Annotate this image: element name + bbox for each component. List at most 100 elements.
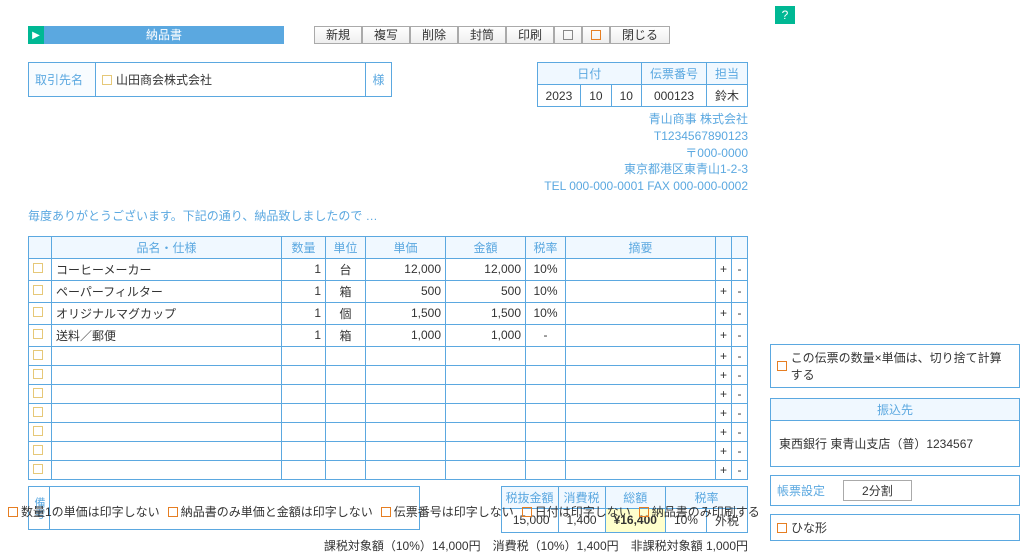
add-row-button[interactable]: +	[715, 403, 731, 422]
checkbox-icon[interactable]	[168, 507, 178, 517]
item-qty[interactable]	[282, 403, 326, 422]
add-row-button[interactable]: +	[715, 384, 731, 403]
item-name[interactable]: コーヒーメーカー	[52, 258, 282, 280]
table-row[interactable]: コーヒーメーカー 1 台 12,000 12,000 10% + -	[29, 258, 748, 280]
remove-row-button[interactable]: -	[732, 302, 748, 324]
item-note[interactable]	[566, 280, 716, 302]
remove-row-button[interactable]: -	[732, 365, 748, 384]
envelope-button[interactable]: 封筒	[458, 26, 506, 44]
item-unit[interactable]	[326, 403, 366, 422]
item-tax[interactable]	[526, 441, 566, 460]
new-button[interactable]: 新規	[314, 26, 362, 44]
item-name[interactable]: ペーパーフィルター	[52, 280, 282, 302]
footer-checkbox[interactable]: 納品書のみ印刷する	[639, 503, 760, 520]
item-qty[interactable]: 1	[282, 302, 326, 324]
item-qty[interactable]	[282, 365, 326, 384]
date-day[interactable]: 10	[611, 85, 641, 107]
item-note[interactable]	[566, 365, 716, 384]
item-price[interactable]	[366, 346, 446, 365]
table-row[interactable]: + -	[29, 460, 748, 479]
checkbox-icon[interactable]	[8, 507, 18, 517]
remove-row-button[interactable]: -	[732, 441, 748, 460]
item-tax[interactable]	[526, 384, 566, 403]
item-price[interactable]	[366, 403, 446, 422]
remove-row-button[interactable]: -	[732, 384, 748, 403]
item-name[interactable]	[52, 460, 282, 479]
item-price[interactable]: 500	[366, 280, 446, 302]
remove-row-button[interactable]: -	[732, 346, 748, 365]
item-name[interactable]	[52, 384, 282, 403]
item-unit[interactable]: 台	[326, 258, 366, 280]
checkbox-icon[interactable]	[381, 507, 391, 517]
date-year[interactable]: 2023	[537, 85, 581, 107]
item-unit[interactable]: 箱	[326, 280, 366, 302]
item-price[interactable]: 1,000	[366, 324, 446, 346]
add-row-button[interactable]: +	[715, 324, 731, 346]
item-name[interactable]	[52, 422, 282, 441]
item-note[interactable]	[566, 403, 716, 422]
expand-button[interactable]: ▶	[28, 26, 44, 44]
date-month[interactable]: 10	[581, 85, 611, 107]
table-row[interactable]: オリジナルマグカップ 1 個 1,500 1,500 10% + -	[29, 302, 748, 324]
form-setting-value[interactable]: 2分割	[843, 480, 912, 501]
item-qty[interactable]	[282, 384, 326, 403]
item-qty[interactable]: 1	[282, 324, 326, 346]
checkbox-icon[interactable]	[639, 507, 649, 517]
item-note[interactable]	[566, 422, 716, 441]
bank-info[interactable]: 東西銀行 東青山支店（普）1234567	[771, 421, 1019, 466]
table-row[interactable]: + -	[29, 384, 748, 403]
item-unit[interactable]	[326, 384, 366, 403]
item-tax[interactable]	[526, 365, 566, 384]
item-price[interactable]	[366, 460, 446, 479]
row-lookup-icon[interactable]	[33, 388, 43, 398]
item-unit[interactable]	[326, 441, 366, 460]
item-unit[interactable]: 個	[326, 302, 366, 324]
delete-button[interactable]: 削除	[410, 26, 458, 44]
item-price[interactable]: 12,000	[366, 258, 446, 280]
table-row[interactable]: + -	[29, 441, 748, 460]
add-row-button[interactable]: +	[715, 460, 731, 479]
checkbox-icon[interactable]	[777, 523, 787, 533]
table-row[interactable]: + -	[29, 365, 748, 384]
row-lookup-icon[interactable]	[33, 263, 43, 273]
item-unit[interactable]	[326, 346, 366, 365]
item-name[interactable]: オリジナルマグカップ	[52, 302, 282, 324]
add-row-button[interactable]: +	[715, 422, 731, 441]
item-note[interactable]	[566, 258, 716, 280]
row-lookup-icon[interactable]	[33, 464, 43, 474]
item-name[interactable]	[52, 403, 282, 422]
item-price[interactable]	[366, 422, 446, 441]
copy-icon-button[interactable]	[554, 26, 582, 44]
print-button[interactable]: 印刷	[506, 26, 554, 44]
add-row-button[interactable]: +	[715, 346, 731, 365]
add-row-button[interactable]: +	[715, 280, 731, 302]
add-row-button[interactable]: +	[715, 258, 731, 280]
item-tax[interactable]: 10%	[526, 280, 566, 302]
row-lookup-icon[interactable]	[33, 307, 43, 317]
row-lookup-icon[interactable]	[33, 369, 43, 379]
item-tax[interactable]	[526, 422, 566, 441]
table-row[interactable]: 送料／郵便 1 箱 1,000 1,000 - + -	[29, 324, 748, 346]
item-unit[interactable]: 箱	[326, 324, 366, 346]
checkbox-icon[interactable]	[777, 361, 787, 371]
item-note[interactable]	[566, 302, 716, 324]
item-qty[interactable]	[282, 460, 326, 479]
remove-row-button[interactable]: -	[732, 460, 748, 479]
lookup-icon[interactable]	[102, 75, 112, 85]
item-qty[interactable]: 1	[282, 280, 326, 302]
item-unit[interactable]	[326, 460, 366, 479]
paste-icon-button[interactable]	[582, 26, 610, 44]
checkbox-icon[interactable]	[522, 507, 532, 517]
item-qty[interactable]	[282, 422, 326, 441]
help-button[interactable]: ?	[775, 6, 795, 24]
add-row-button[interactable]: +	[715, 441, 731, 460]
template-option[interactable]: ひな形	[770, 514, 1020, 541]
item-name[interactable]: 送料／郵便	[52, 324, 282, 346]
remove-row-button[interactable]: -	[732, 280, 748, 302]
row-lookup-icon[interactable]	[33, 407, 43, 417]
calc-option[interactable]: この伝票の数量×単価は、切り捨て計算する	[770, 344, 1020, 388]
table-row[interactable]: ペーパーフィルター 1 箱 500 500 10% + -	[29, 280, 748, 302]
add-row-button[interactable]: +	[715, 365, 731, 384]
item-note[interactable]	[566, 460, 716, 479]
item-name[interactable]	[52, 441, 282, 460]
